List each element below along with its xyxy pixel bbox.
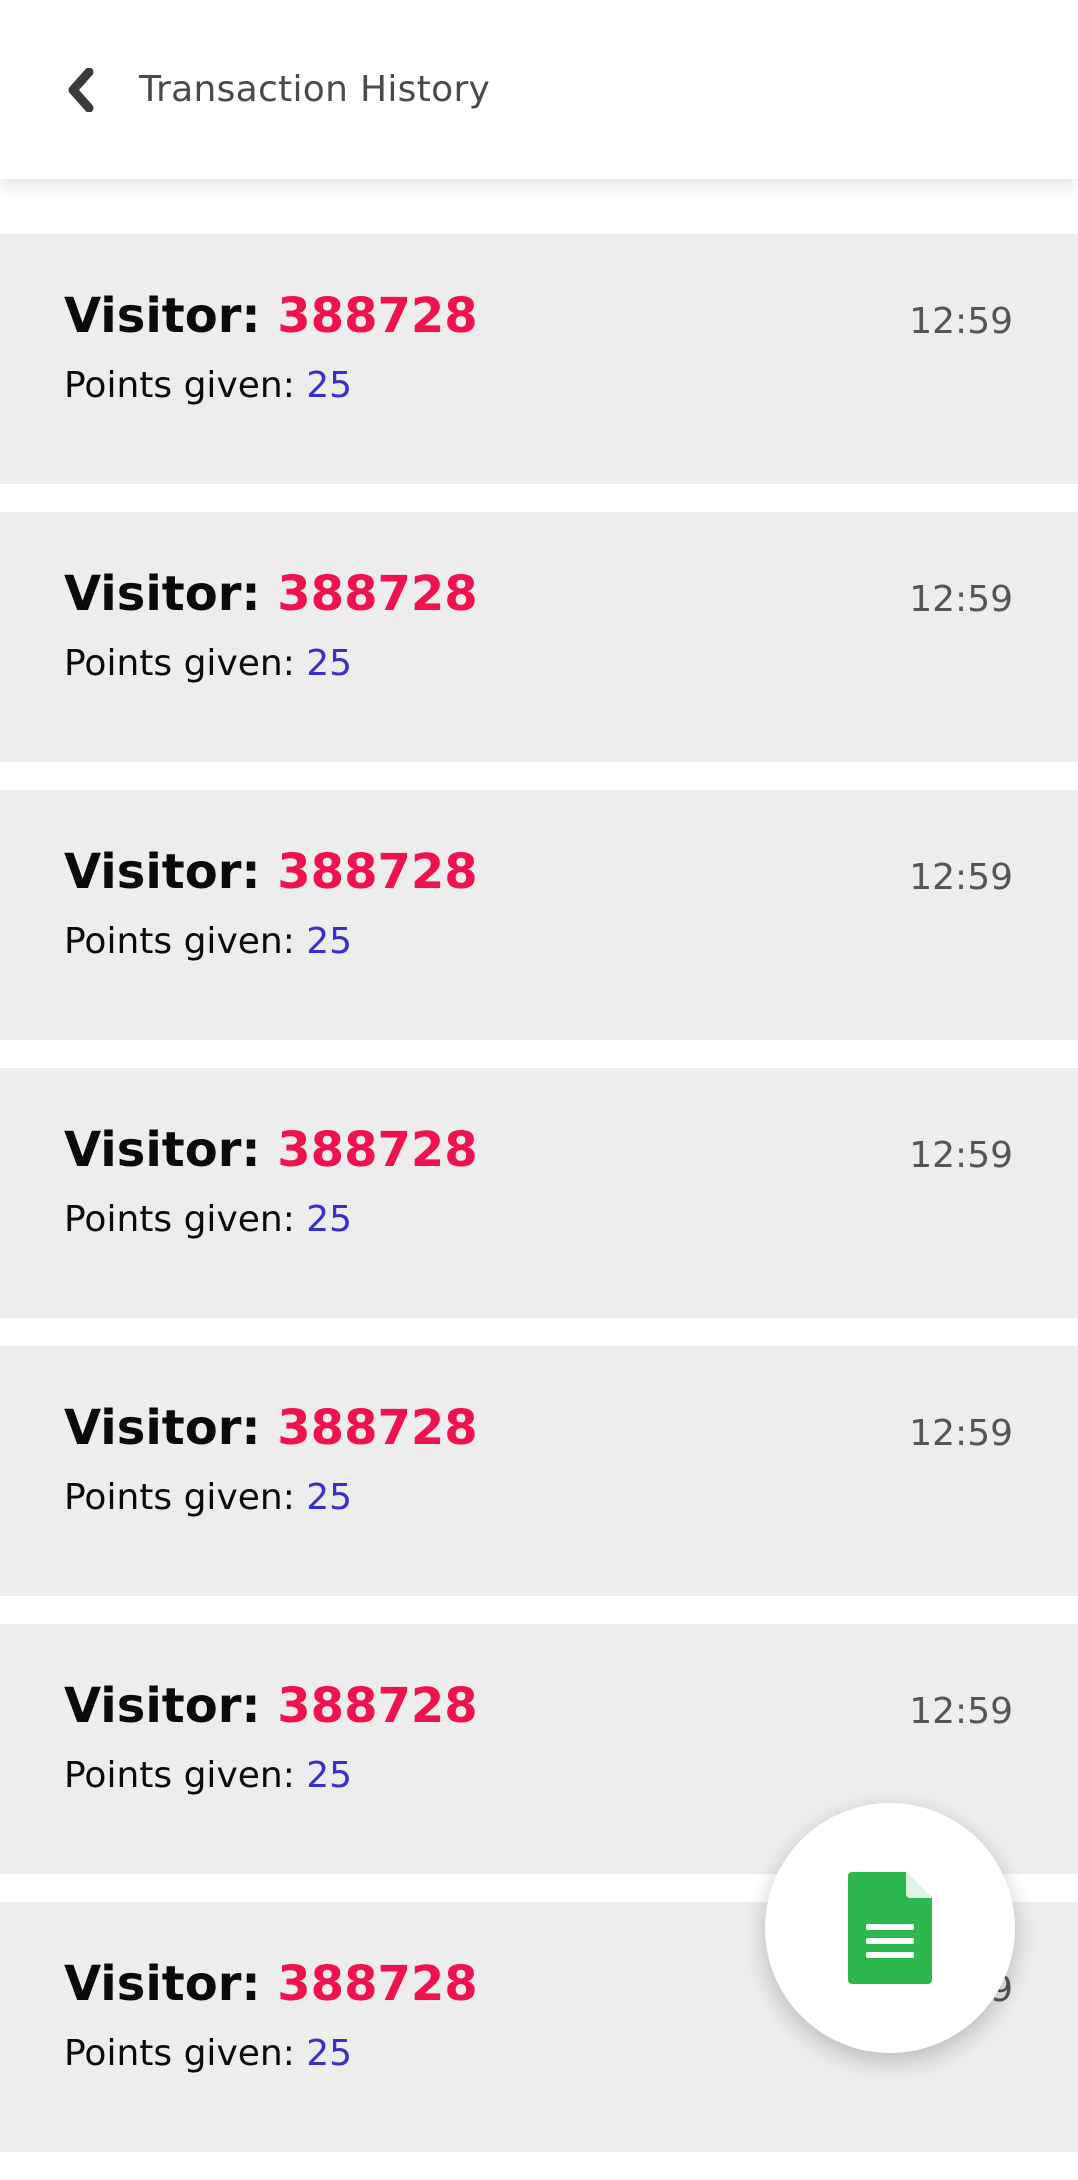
visitor-id: 388728: [277, 1400, 478, 1456]
transaction-time: 12:59: [909, 1413, 1013, 1454]
points-value: 25: [306, 1199, 353, 1240]
points-label: Points given:: [64, 1199, 307, 1240]
points-line: Points given: 25: [64, 1196, 352, 1244]
points-line: Points given: 25: [64, 918, 352, 966]
visitor-id: 388728: [277, 1122, 478, 1178]
points-line: Points given: 25: [64, 1752, 352, 1800]
transaction-time: 12:59: [909, 1135, 1013, 1176]
points-label: Points given:: [64, 1755, 307, 1796]
visitor-id: 388728: [277, 288, 478, 344]
visitor-line: Visitor: 388728: [64, 1676, 478, 1736]
visitor-line: Visitor: 388728: [64, 1398, 478, 1458]
points-line: Points given: 25: [64, 1474, 352, 1522]
points-label: Points given:: [64, 921, 307, 962]
visitor-line: Visitor: 388728: [64, 286, 478, 346]
points-line: Points given: 25: [64, 362, 352, 410]
visitor-id: 388728: [277, 566, 478, 622]
points-value: 25: [306, 1477, 353, 1518]
visitor-label: Visitor:: [64, 1400, 278, 1456]
points-value: 25: [306, 921, 353, 962]
transaction-time: 12:59: [909, 579, 1013, 620]
visitor-line: Visitor: 388728: [64, 842, 478, 902]
points-line: Points given: 25: [64, 640, 352, 688]
visitor-line: Visitor: 388728: [64, 1954, 478, 2014]
points-label: Points given:: [64, 2033, 307, 2074]
points-line: Points given: 25: [64, 2030, 352, 2078]
visitor-id: 388728: [277, 844, 478, 900]
points-value: 25: [306, 365, 353, 406]
visitor-label: Visitor:: [64, 566, 278, 622]
points-value: 25: [306, 2033, 353, 2074]
document-icon: [848, 1872, 932, 1984]
points-value: 25: [306, 1755, 353, 1796]
transaction-row[interactable]: Visitor: 388728 Points given: 25 12:59: [0, 790, 1078, 1040]
transaction-row[interactable]: Visitor: 388728 Points given: 25 12:59: [0, 1068, 1078, 1318]
transaction-time: 12:59: [909, 301, 1013, 342]
transaction-row[interactable]: Visitor: 388728 Points given: 25 12:59: [0, 234, 1078, 484]
transaction-time: 12:59: [909, 857, 1013, 898]
page-title: Transaction History: [139, 69, 491, 110]
visitor-label: Visitor:: [64, 288, 278, 344]
visitor-id: 388728: [277, 1956, 478, 2012]
transaction-time: 12:59: [909, 1691, 1013, 1732]
transaction-row[interactable]: Visitor: 388728 Points given: 25 12:59: [0, 512, 1078, 762]
points-label: Points given:: [64, 365, 307, 406]
visitor-line: Visitor: 388728: [64, 564, 478, 624]
visitor-label: Visitor:: [64, 1678, 278, 1734]
visitor-line: Visitor: 388728: [64, 1120, 478, 1180]
visitor-label: Visitor:: [64, 844, 278, 900]
export-document-button[interactable]: [765, 1803, 1015, 2053]
transaction-row[interactable]: Visitor: 388728 Points given: 25 12:59: [0, 1346, 1078, 1596]
points-value: 25: [306, 643, 353, 684]
points-label: Points given:: [64, 1477, 307, 1518]
points-label: Points given:: [64, 643, 307, 684]
visitor-label: Visitor:: [64, 1956, 278, 2012]
visitor-id: 388728: [277, 1678, 478, 1734]
back-button[interactable]: [48, 58, 112, 122]
visitor-label: Visitor:: [64, 1122, 278, 1178]
chevron-left-icon: [68, 68, 94, 112]
app-bar: Transaction History: [0, 0, 1078, 179]
